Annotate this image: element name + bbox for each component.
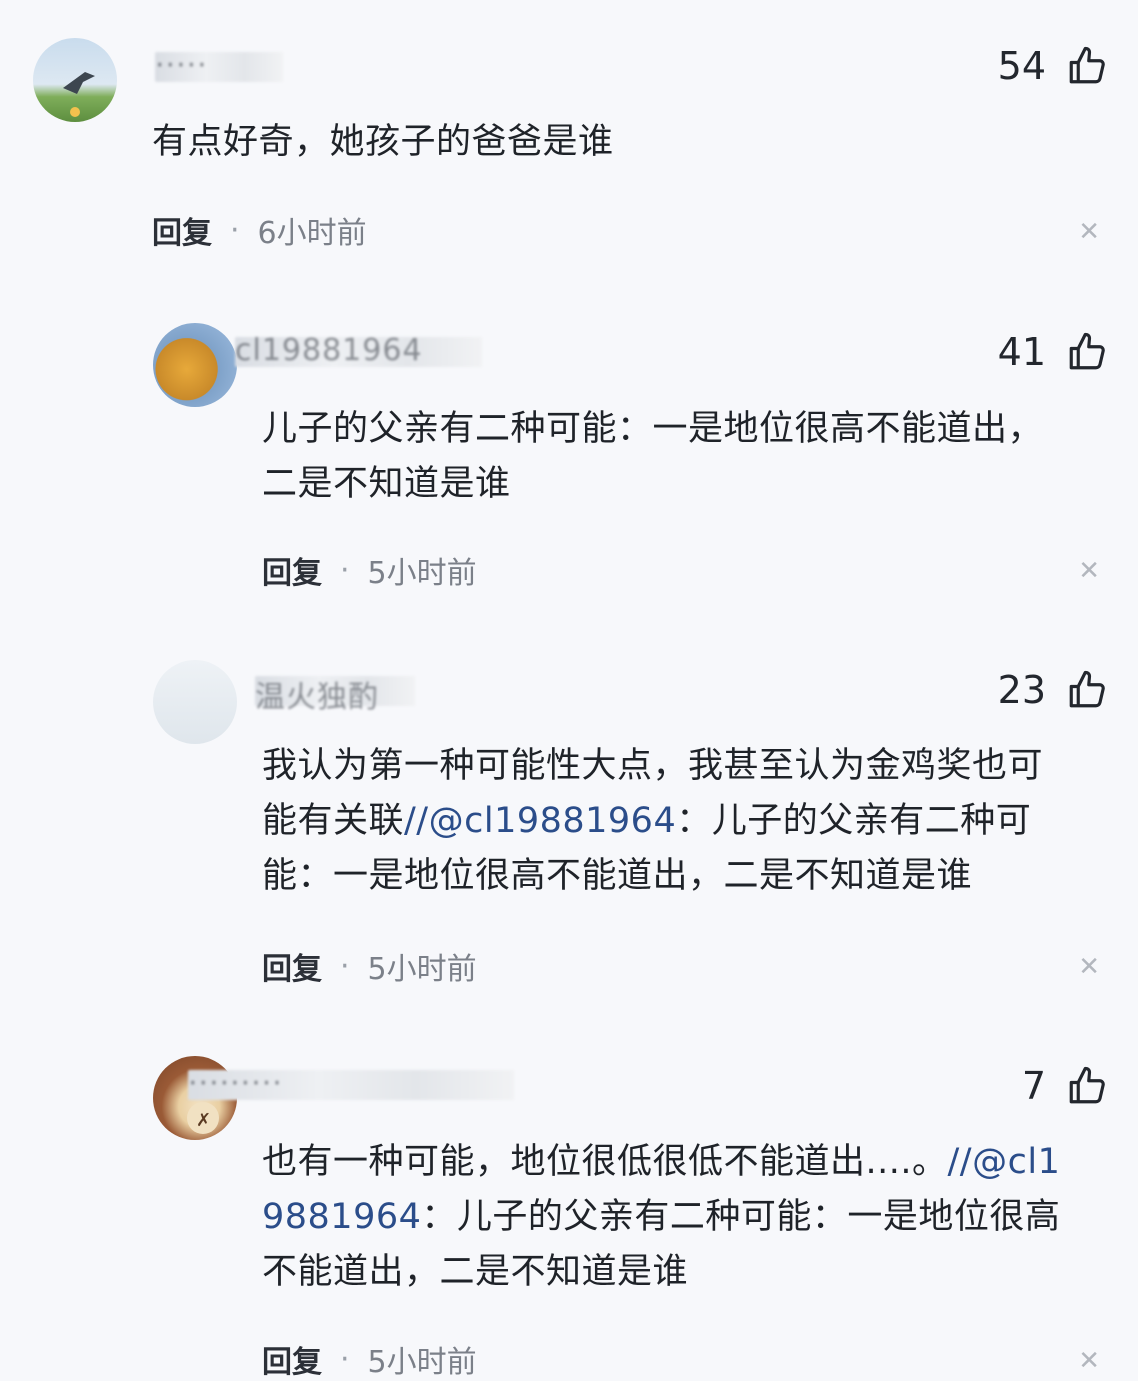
avatar[interactable] bbox=[33, 38, 117, 122]
comment-text: 我认为第一种可能性大点，我甚至认为金鸡奖也可 能有关联//@cl19881964… bbox=[262, 739, 1043, 904]
thumbs-up-icon bbox=[1069, 1066, 1105, 1104]
separator-dot: · bbox=[340, 552, 350, 588]
username[interactable]: cl19881964 bbox=[235, 333, 482, 368]
comment-text-line: 能：一是地位很高不能道出，二是不知道是谁 bbox=[262, 856, 973, 896]
comment-meta: 回复 · 6小时前 bbox=[152, 208, 367, 252]
reply-button[interactable]: 回复 bbox=[262, 548, 322, 592]
comment-text: 也有一种可能，地位很低很低不能道出....。//@cl1 9881964：儿子的… bbox=[262, 1135, 1060, 1300]
username[interactable]: ········· bbox=[188, 1066, 514, 1101]
separator-dot: · bbox=[230, 212, 240, 248]
close-icon[interactable]: ✕ bbox=[1078, 556, 1100, 586]
comment-meta: 回复 · 5小时前 bbox=[262, 944, 477, 988]
comment-text-line: 儿子的父亲有二种可能：一是地位很高不能道出， bbox=[262, 409, 1044, 449]
like-button[interactable]: 23 bbox=[998, 668, 1108, 712]
bird-icon bbox=[63, 72, 95, 117]
comment-text-line: 不能道出，二是不知道是谁 bbox=[262, 1252, 689, 1292]
reply-button[interactable]: 回复 bbox=[152, 208, 212, 252]
thumbs-up-icon bbox=[1069, 670, 1105, 708]
avatar[interactable] bbox=[153, 660, 237, 744]
like-count: 54 bbox=[997, 44, 1046, 88]
avatar[interactable] bbox=[153, 323, 237, 407]
text-segment: ：儿子的父亲有二种可 bbox=[676, 801, 1032, 841]
close-icon[interactable]: ✕ bbox=[1078, 952, 1100, 982]
username[interactable]: 温火独酌 bbox=[255, 676, 415, 710]
text-segment: 能有关联 bbox=[262, 801, 405, 841]
like-button[interactable]: 41 bbox=[998, 330, 1108, 374]
text-segment: ：儿子的父亲有二种可能：一是地位很高 bbox=[421, 1197, 1061, 1237]
comment-text: 有点好奇，她孩子的爸爸是谁 bbox=[152, 122, 614, 162]
reply-button[interactable]: 回复 bbox=[262, 944, 322, 988]
timestamp: 6小时前 bbox=[257, 216, 367, 251]
comment-text-line: 9881964：儿子的父亲有二种可能：一是地位很高 bbox=[262, 1190, 1060, 1245]
comment-text-line: 能有关联//@cl19881964：儿子的父亲有二种可 bbox=[262, 794, 1043, 849]
close-icon[interactable]: ✕ bbox=[1078, 217, 1100, 247]
timestamp: 5小时前 bbox=[367, 556, 477, 591]
separator-dot: · bbox=[340, 948, 350, 984]
text-segment: 也有一种可能，地位很低很低不能道出....。 bbox=[262, 1142, 948, 1182]
thumbs-up-icon bbox=[1069, 46, 1105, 84]
mention-link[interactable]: //@cl19881964 bbox=[404, 801, 676, 841]
comment-meta: 回复 · 5小时前 bbox=[262, 548, 477, 592]
comment-text-line: 我认为第一种可能性大点，我甚至认为金鸡奖也可 bbox=[262, 746, 1044, 786]
mention-link[interactable]: //@cl1 bbox=[948, 1142, 1061, 1182]
mention-link[interactable]: 9881964 bbox=[262, 1197, 421, 1237]
like-button[interactable]: 7 bbox=[1022, 1064, 1108, 1108]
username[interactable]: ····· bbox=[155, 48, 283, 83]
comment-text-line: 也有一种可能，地位很低很低不能道出....。//@cl1 bbox=[262, 1135, 1060, 1190]
timestamp: 5小时前 bbox=[367, 952, 477, 987]
thumbs-up-icon bbox=[1069, 332, 1105, 370]
separator-dot: · bbox=[340, 1341, 350, 1377]
like-button[interactable]: 54 bbox=[998, 44, 1108, 88]
timestamp: 5小时前 bbox=[367, 1345, 477, 1380]
close-icon[interactable]: ✕ bbox=[1078, 1346, 1100, 1376]
svg-text:✗: ✗ bbox=[196, 1110, 211, 1131]
like-count: 41 bbox=[997, 330, 1046, 374]
comment-text-line: 二是不知道是谁 bbox=[262, 464, 511, 504]
comment-meta: 回复 · 5小时前 bbox=[262, 1337, 477, 1381]
like-count: 23 bbox=[997, 668, 1046, 712]
like-count: 7 bbox=[1021, 1064, 1046, 1108]
reply-button[interactable]: 回复 bbox=[262, 1337, 322, 1381]
comment-text: 儿子的父亲有二种可能：一是地位很高不能道出， 二是不知道是谁 bbox=[262, 402, 1043, 512]
